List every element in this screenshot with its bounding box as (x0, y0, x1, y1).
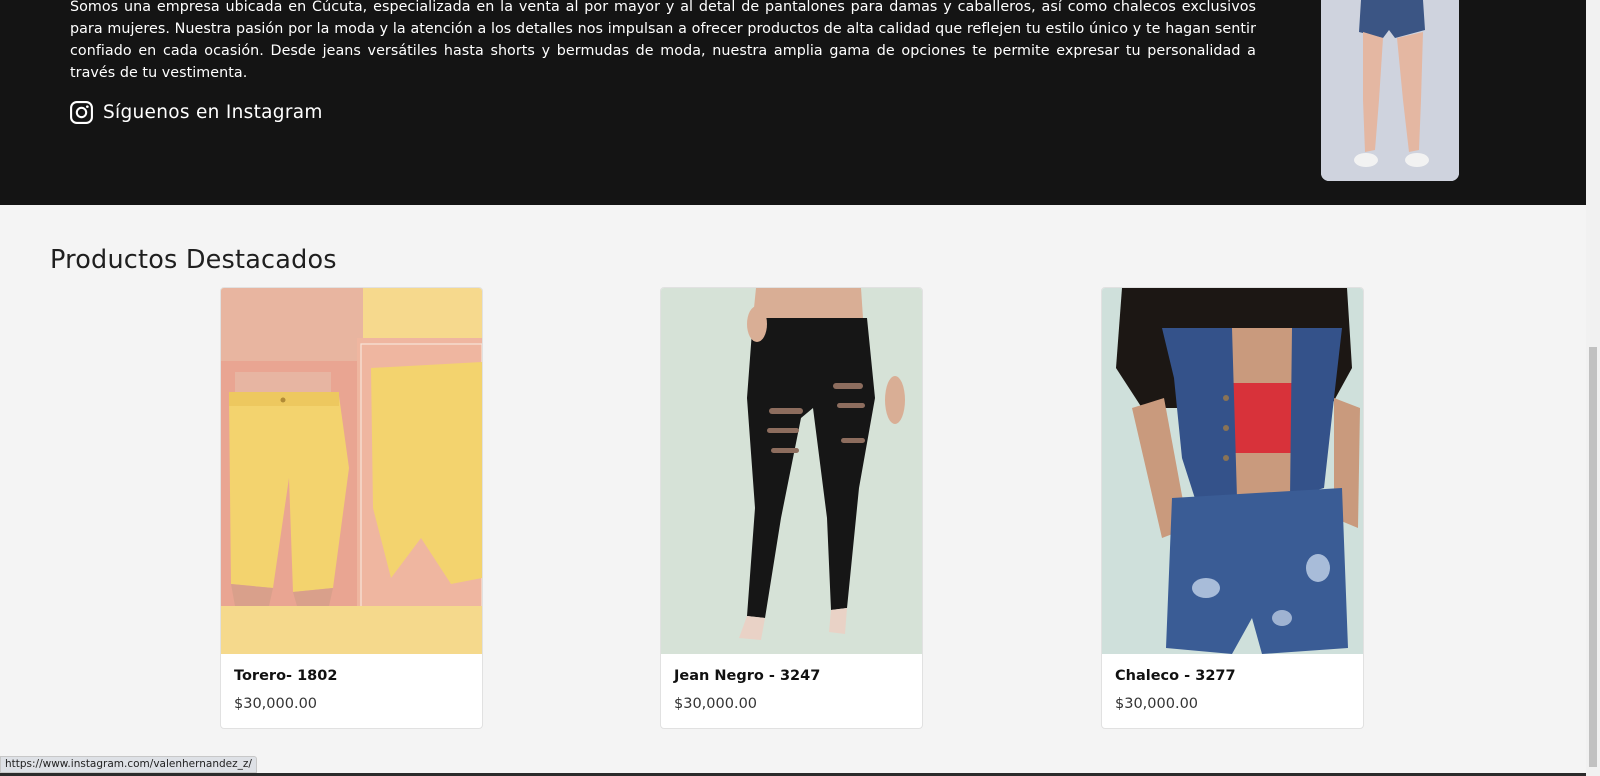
featured-products-title: Productos Destacados (50, 245, 337, 275)
product-price: $30,000.00 (234, 696, 318, 712)
about-description: Somos una empresa ubicada en Cúcuta, esp… (70, 0, 1256, 81)
product-price: $30,000.00 (674, 696, 758, 712)
product-image[interactable] (221, 288, 482, 654)
instagram-link[interactable]: Síguenos en Instagram (69, 100, 323, 125)
product-card[interactable]: Jean Negro - 3247 $30,000.00 (660, 287, 923, 729)
product-image[interactable] (1102, 288, 1363, 654)
instagram-label: Síguenos en Instagram (103, 102, 323, 123)
about-model-photo (1321, 0, 1459, 181)
status-bar-url: https://www.instagram.com/valenhernandez… (0, 756, 257, 773)
scrollbar-thumb[interactable] (1589, 347, 1597, 767)
vertical-scrollbar[interactable] (1586, 0, 1600, 776)
product-image[interactable] (661, 288, 922, 654)
product-name[interactable]: Chaleco - 3277 (1115, 668, 1236, 684)
product-price: $30,000.00 (1115, 696, 1199, 712)
product-card[interactable]: Chaleco - 3277 $30,000.00 (1101, 287, 1364, 729)
product-card[interactable]: Torero- 1802 $30,000.00 (220, 287, 483, 729)
product-name[interactable]: Jean Negro - 3247 (674, 668, 820, 684)
about-section: Somos una empresa ubicada en Cúcuta, esp… (0, 0, 1586, 205)
product-name[interactable]: Torero- 1802 (234, 668, 337, 684)
instagram-icon (70, 101, 93, 124)
